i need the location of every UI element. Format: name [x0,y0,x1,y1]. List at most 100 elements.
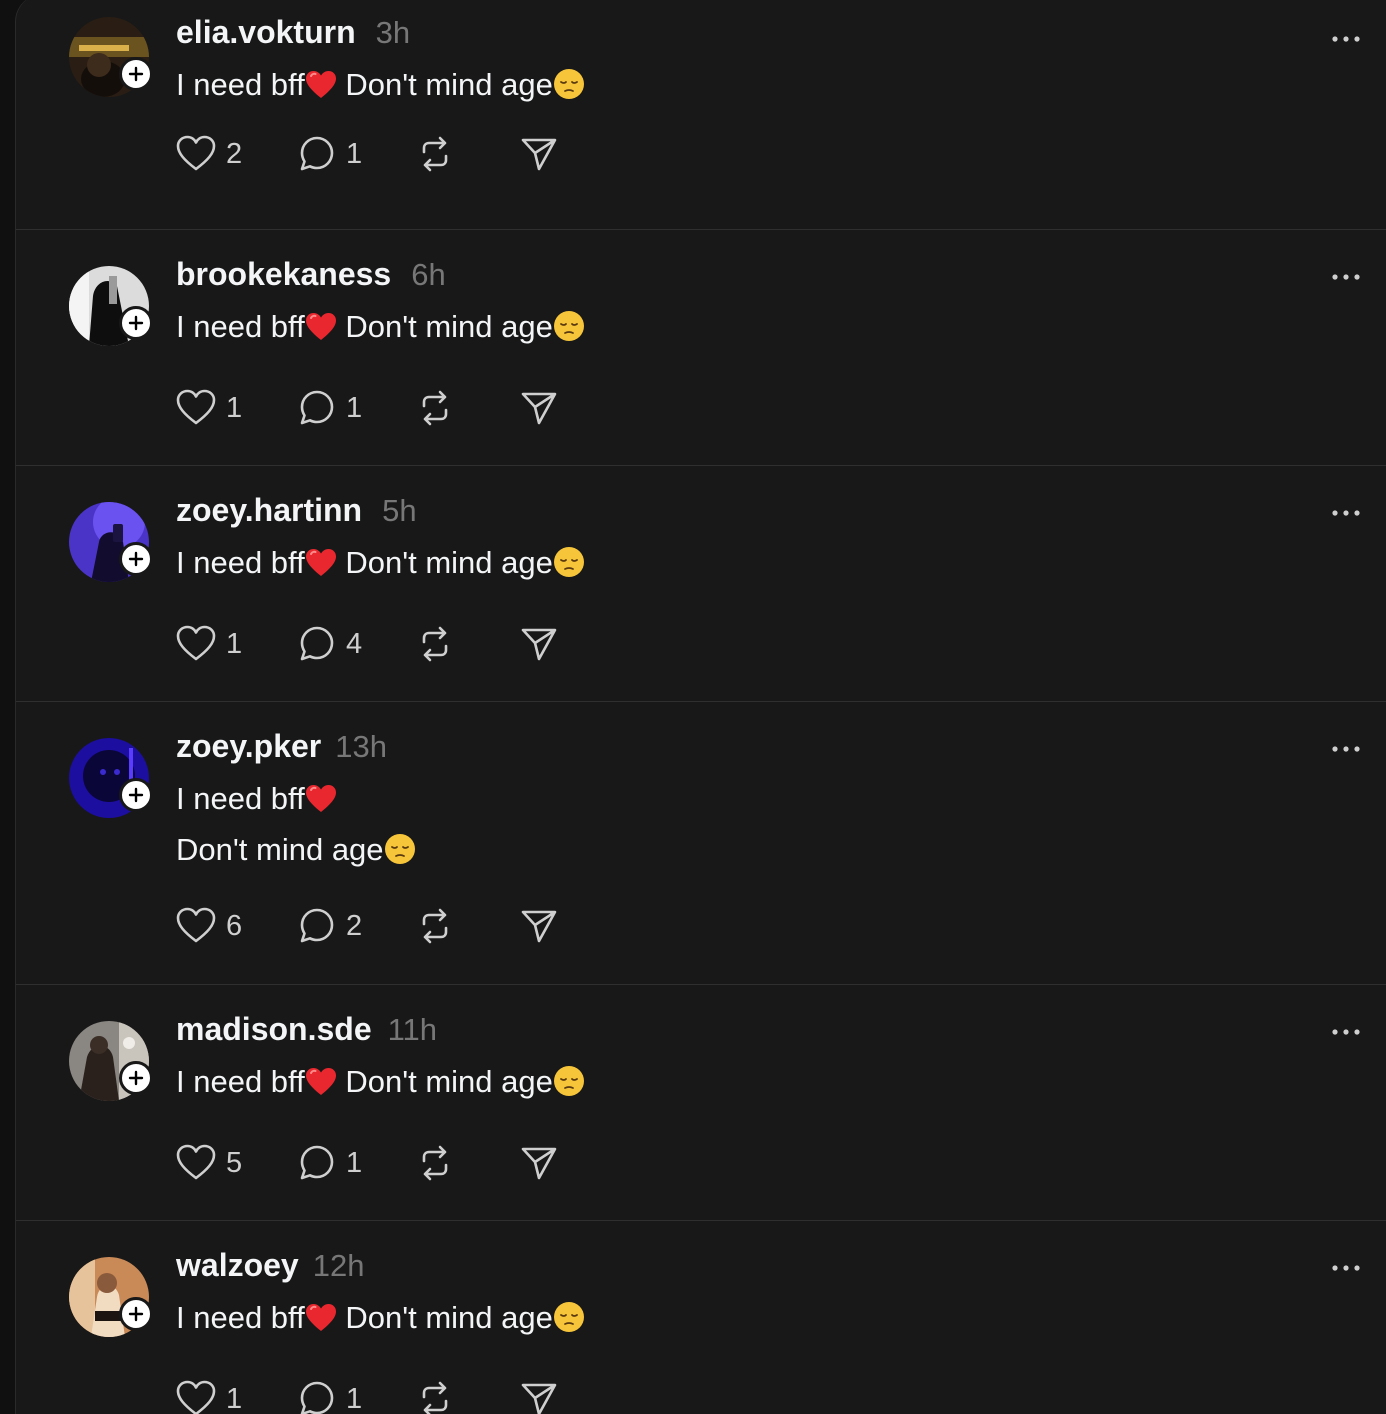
share-button[interactable] [520,388,580,428]
post-header: elia.vokturn 3h [176,14,1386,58]
avatar-container[interactable] [69,266,149,346]
reply-button[interactable]: 2 [298,906,416,946]
follow-button[interactable] [119,778,153,812]
plus-icon [128,1070,144,1086]
follow-button[interactable] [119,57,153,91]
more-options-button[interactable] [1329,22,1363,56]
more-options-button[interactable] [1329,732,1363,766]
reply-count: 1 [346,138,362,171]
post-time: 6h [411,257,445,293]
post-actions: 1 4 [176,624,580,664]
username[interactable]: madison.sde [176,1011,372,1048]
more-options-button[interactable] [1329,496,1363,530]
post-actions: 5 1 [176,1143,580,1183]
share-button[interactable] [520,906,580,946]
avatar-container[interactable] [69,502,149,582]
like-button[interactable]: 1 [176,624,298,664]
post: zoey.hartinn 5h I need bff Don't mind ag… [16,466,1386,702]
follow-button[interactable] [119,1297,153,1331]
avatar-container[interactable] [69,1021,149,1101]
repost-button[interactable] [416,388,520,428]
avatar-container[interactable] [69,1257,149,1337]
ellipsis-icon [1331,745,1361,753]
ellipsis-icon [1331,1264,1361,1272]
avatar-container[interactable] [69,738,149,818]
post: madison.sde 11h I need bff Don't mind ag… [16,985,1386,1221]
plus-icon [128,551,144,567]
more-options-button[interactable] [1329,1015,1363,1049]
more-options-button[interactable] [1329,1251,1363,1285]
post: walzoey 12h I need bff Don't mind age 1 … [16,1221,1386,1414]
post-text: I need bff Don't mind age [176,776,1386,878]
repost-button[interactable] [416,624,520,664]
heart-outline-icon [176,135,216,173]
repost-button[interactable] [416,1143,520,1183]
share-button[interactable] [520,134,580,174]
repost-button[interactable] [416,134,520,174]
pensive-face-emoji [553,1300,585,1346]
reply-count: 1 [346,392,362,425]
like-count: 6 [226,910,242,943]
post-actions: 1 1 [176,1379,580,1414]
post-text-part: Don't mind age [176,832,384,867]
post-content: zoey.pker 13h I need bff Don't mind age [176,728,1386,878]
more-options-button[interactable] [1329,260,1363,294]
post-text-part: Don't mind age [337,309,553,344]
post-text-part: I need bff [176,1300,305,1335]
username[interactable]: elia.vokturn [176,14,356,51]
username[interactable]: walzoey [176,1247,299,1284]
red-heart-emoji [305,781,337,827]
reply-button[interactable]: 1 [298,1379,416,1414]
username[interactable]: zoey.pker [176,728,321,765]
post-time: 5h [382,493,416,529]
repost-button[interactable] [416,906,520,946]
like-button[interactable]: 2 [176,134,298,174]
ellipsis-icon [1331,35,1361,43]
pensive-face-emoji [553,67,585,113]
post-text-part: I need bff [176,545,305,580]
like-button[interactable]: 6 [176,906,298,946]
paper-plane-icon [520,625,558,663]
reply-button[interactable]: 1 [298,134,416,174]
follow-button[interactable] [119,542,153,576]
like-button[interactable]: 1 [176,388,298,428]
username[interactable]: brookekaness [176,256,391,293]
like-button[interactable]: 1 [176,1379,298,1414]
post-time: 12h [313,1248,365,1284]
post-time: 13h [335,729,387,765]
ellipsis-icon [1331,1028,1361,1036]
like-button[interactable]: 5 [176,1143,298,1183]
post-content: zoey.hartinn 5h I need bff Don't mind ag… [176,492,1386,591]
plus-icon [128,787,144,803]
post-text-part: I need bff [176,781,305,816]
pensive-face-emoji [553,545,585,591]
post-text: I need bff Don't mind age [176,540,1386,591]
ellipsis-icon [1331,509,1361,517]
red-heart-emoji [305,67,337,113]
follow-button[interactable] [119,1061,153,1095]
share-button[interactable] [520,624,580,664]
like-count: 2 [226,138,242,171]
repost-arrows-icon [416,389,454,427]
repost-arrows-icon [416,1144,454,1182]
post-header: zoey.hartinn 5h [176,492,1386,536]
heart-outline-icon [176,389,216,427]
paper-plane-icon [520,907,558,945]
reply-count: 1 [346,1147,362,1180]
reply-button[interactable]: 4 [298,624,416,664]
post-header: walzoey 12h [176,1247,1386,1291]
repost-button[interactable] [416,1379,520,1414]
reply-button[interactable]: 1 [298,388,416,428]
username[interactable]: zoey.hartinn [176,492,362,529]
paper-plane-icon [520,1144,558,1182]
post-text: I need bff Don't mind age [176,304,1386,355]
post-time: 3h [376,15,410,51]
plus-icon [128,66,144,82]
reply-button[interactable]: 1 [298,1143,416,1183]
follow-button[interactable] [119,306,153,340]
avatar-container[interactable] [69,17,149,97]
paper-plane-icon [520,1380,558,1414]
heart-outline-icon [176,907,216,945]
share-button[interactable] [520,1143,580,1183]
share-button[interactable] [520,1379,580,1414]
